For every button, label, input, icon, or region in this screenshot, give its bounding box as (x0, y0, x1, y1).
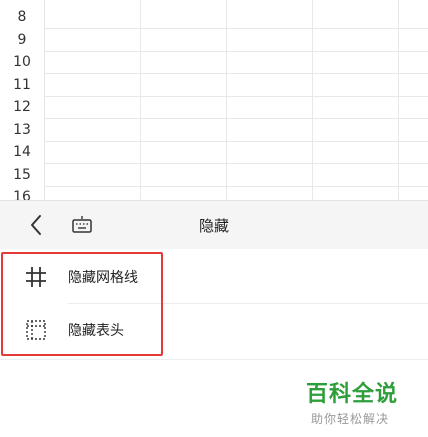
row-number[interactable]: 15 (0, 164, 44, 186)
divider (0, 359, 428, 360)
grid-line (44, 118, 428, 119)
toolbar-title: 隐藏 (198, 217, 229, 235)
row-number[interactable]: 14 (0, 141, 44, 163)
watermark-subtitle: 助你轻松解决 (311, 412, 390, 426)
grid-line (398, 0, 399, 200)
grid-line (226, 0, 227, 200)
grid-line (44, 141, 428, 142)
grid-line (312, 0, 313, 200)
highlight-box (1, 252, 163, 356)
spreadsheet-area[interactable]: 8 9 10 11 12 13 14 15 16 (0, 0, 428, 200)
watermark-title: 百科全说 (306, 382, 399, 407)
grid-line (44, 73, 428, 74)
row-header-column: 8 9 10 11 12 13 14 15 16 (0, 0, 45, 200)
row-number[interactable]: 9 (0, 29, 44, 51)
grid-line (44, 28, 428, 29)
row-number[interactable]: 13 (0, 119, 44, 141)
row-number[interactable]: 12 (0, 96, 44, 118)
grid-line (44, 51, 428, 52)
row-number[interactable]: 16 (0, 186, 44, 200)
row-number[interactable]: 11 (0, 74, 44, 96)
row-number[interactable]: 8 (0, 6, 44, 28)
grid-line (44, 163, 428, 164)
grid-line (44, 96, 428, 97)
row-number[interactable]: 10 (0, 51, 44, 73)
grid-line (44, 186, 428, 187)
grid-line (140, 0, 141, 200)
bottom-toolbar: 隐藏 (0, 200, 428, 250)
